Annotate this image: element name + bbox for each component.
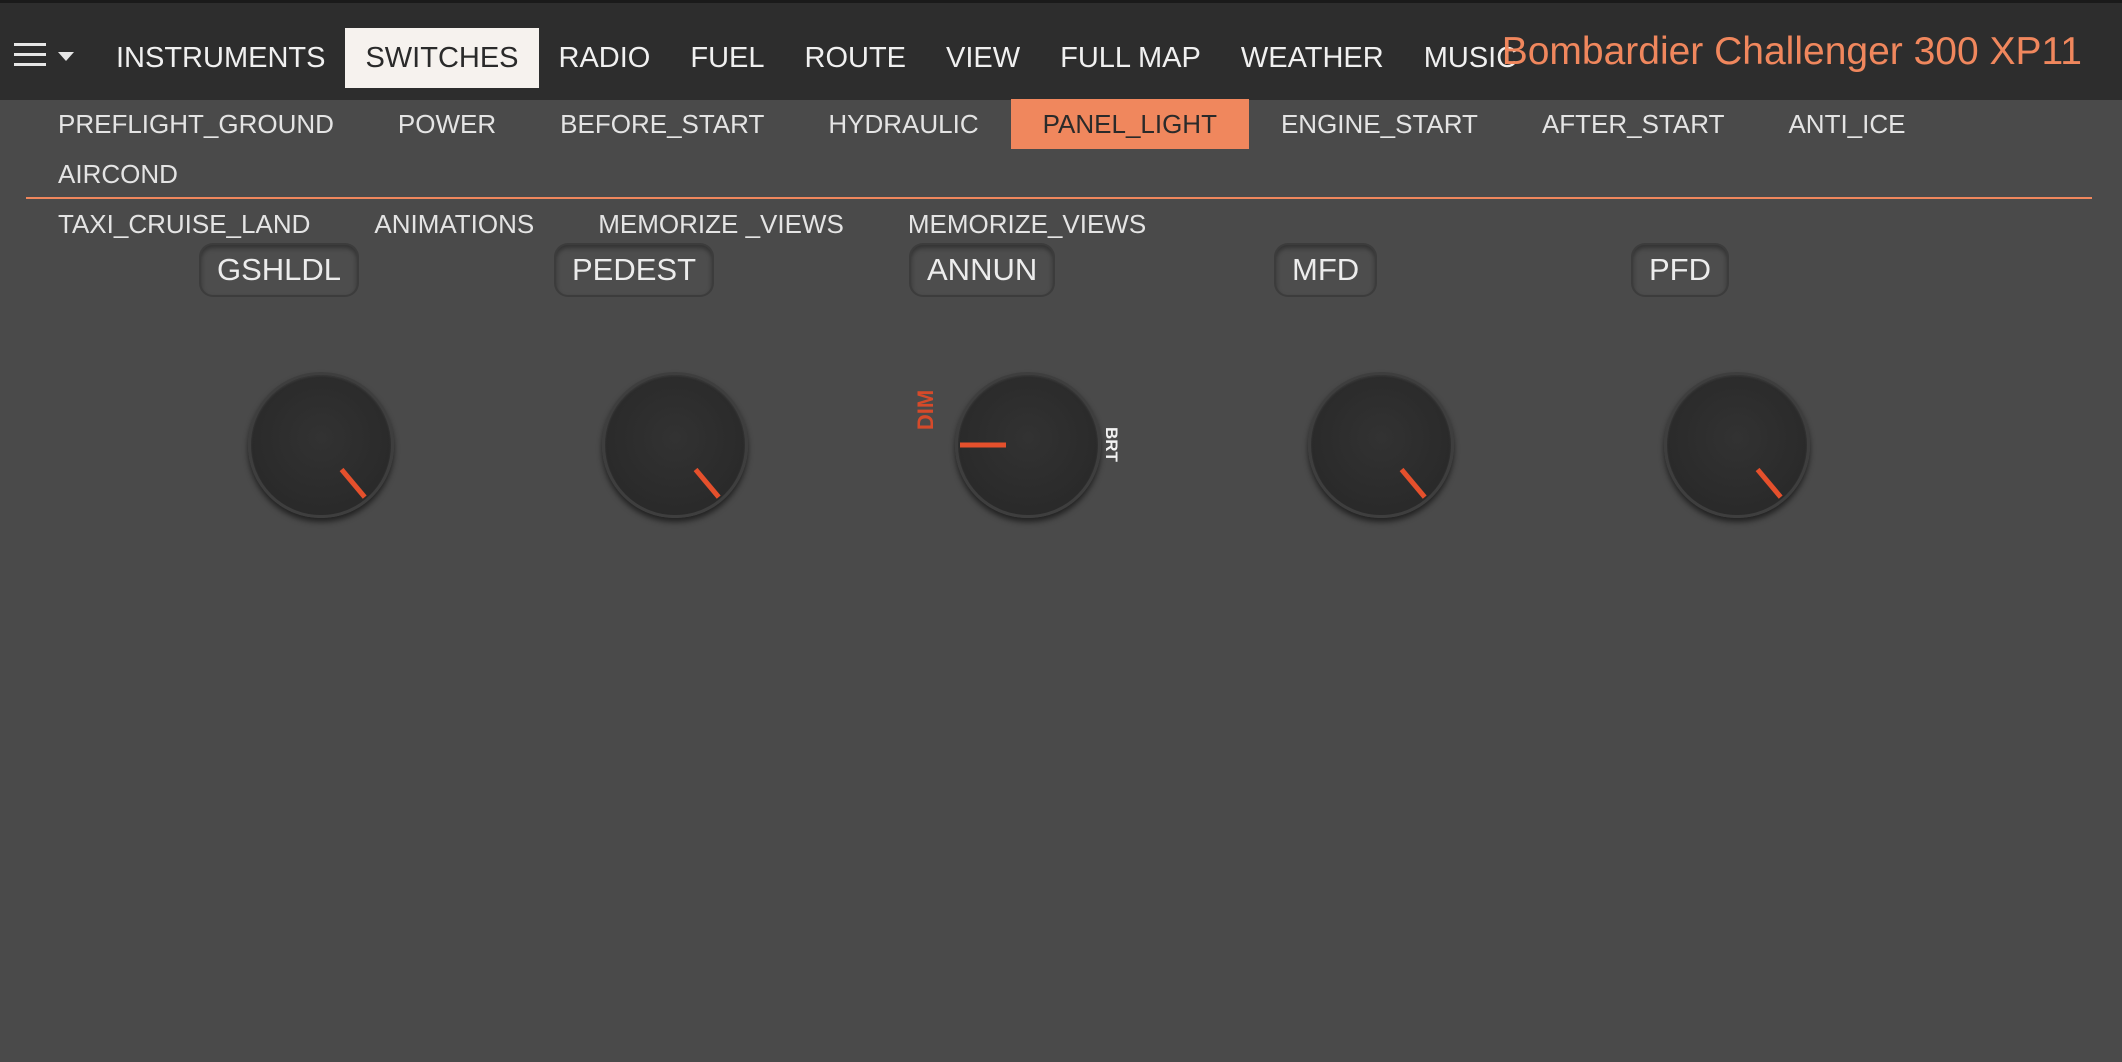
subtab-hydraulic[interactable]: HYDRAULIC: [796, 99, 1010, 149]
top-navigation-bar: INSTRUMENTS SWITCHES RADIO FUEL ROUTE VIEW FUL…: [0, 0, 2122, 100]
hamburger-menu-icon: [14, 41, 46, 67]
brightness-knob-mfd[interactable]: [1308, 372, 1454, 518]
knob-pointer: [1755, 467, 1783, 499]
brightness-knob-annun[interactable]: [955, 372, 1101, 518]
chevron-down-icon: [58, 52, 74, 61]
brightness-knob-pfd[interactable]: [1664, 372, 1810, 518]
app-title: Bombardier Challenger 300 XP11: [1501, 30, 2082, 73]
subtab-preflight-ground[interactable]: PREFLIGHT_GROUND: [26, 99, 366, 149]
knob-group-gshldl: GSHLDL: [180, 230, 480, 550]
subtab-anti-ice[interactable]: ANTI_ICE: [1756, 99, 1937, 149]
subtab-aircond[interactable]: AIRCOND: [26, 149, 210, 199]
subtab-engine-start[interactable]: ENGINE_START: [1249, 99, 1510, 149]
dim-label: DIM: [913, 389, 938, 431]
sub-tabs: PREFLIGHT_GROUND POWER BEFORE_START HYDRAUL…: [26, 99, 2092, 249]
knob-label: MFD: [1276, 245, 1376, 295]
knob-pointer: [693, 467, 721, 499]
tab-full-map[interactable]: FULL MAP: [1040, 28, 1221, 88]
brightness-knob-gshldl[interactable]: [248, 372, 394, 518]
knob-group-pfd: PFD: [1593, 230, 1893, 550]
knob-group-mfd: MFD: [1240, 230, 1540, 550]
brt-label: BRT: [1102, 427, 1121, 462]
knob-label: PEDEST: [556, 245, 713, 295]
knob-label: GSHLDL: [201, 245, 358, 295]
subtab-before-start[interactable]: BEFORE_START: [528, 99, 796, 149]
tab-instruments[interactable]: INSTRUMENTS: [96, 28, 345, 88]
knob-pointer: [339, 467, 367, 499]
tab-view[interactable]: VIEW: [926, 28, 1040, 88]
knob-label: ANNUN: [911, 245, 1054, 295]
knob-pointer: [1399, 467, 1427, 499]
menu-button[interactable]: [14, 41, 76, 69]
subtab-after-start[interactable]: AFTER_START: [1510, 99, 1757, 149]
tab-route[interactable]: ROUTE: [785, 28, 927, 88]
tab-radio[interactable]: RADIO: [539, 28, 671, 88]
subtab-divider: [26, 197, 2092, 199]
brightness-knob-pedest[interactable]: [602, 372, 748, 518]
main-tabs: INSTRUMENTS SWITCHES RADIO FUEL ROUTE VIEW FUL…: [96, 28, 1537, 88]
tab-switches[interactable]: SWITCHES: [345, 28, 539, 88]
subtab-power[interactable]: POWER: [366, 99, 528, 149]
panel-light-knobs: GSHLDL PEDEST ANNUN MFD PFD: [0, 230, 2122, 550]
knob-label: PFD: [1633, 245, 1727, 295]
tab-fuel[interactable]: FUEL: [670, 28, 784, 88]
tab-weather[interactable]: WEATHER: [1221, 28, 1404, 88]
knob-group-pedest: PEDEST: [535, 230, 835, 550]
subtab-panel-light[interactable]: PANEL_LIGHT: [1010, 99, 1249, 149]
